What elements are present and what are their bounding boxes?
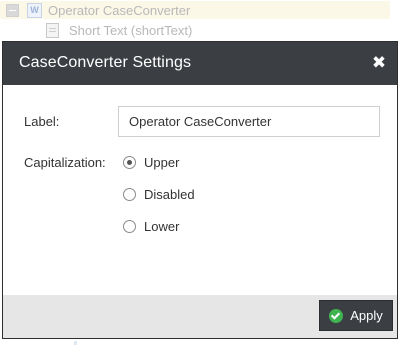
- dialog-footer: Apply: [3, 295, 397, 338]
- radio-label-disabled: Disabled: [144, 187, 195, 202]
- settings-dialog: CaseConverter Settings ✖ Label: Capitali…: [2, 41, 398, 339]
- tree-item-operator[interactable]: W Operator CaseConverter: [0, 1, 390, 19]
- label-field-label: Label:: [24, 114, 60, 129]
- radio-disabled[interactable]: Disabled: [123, 187, 195, 202]
- radio-lower[interactable]: Lower: [123, 219, 179, 234]
- tree-item-label: Short Text (shortText): [69, 22, 193, 38]
- radio-button[interactable]: [123, 220, 136, 233]
- dialog-body: Label: Capitalization: Upper Disabled Lo…: [3, 85, 397, 295]
- tree-item-label: Operator CaseConverter: [48, 2, 191, 18]
- dialog-header: CaseConverter Settings ✖: [3, 42, 397, 85]
- apply-button-label: Apply: [350, 308, 383, 323]
- radio-button-checked[interactable]: [123, 156, 136, 169]
- document-icon: [46, 22, 59, 38]
- collapse-icon[interactable]: [6, 3, 19, 17]
- close-icon[interactable]: ✖: [371, 54, 387, 72]
- page-bottom-edge: [0, 339, 400, 345]
- radio-label-upper: Upper: [144, 155, 180, 170]
- screen: W Operator CaseConverter Short Text (sho…: [0, 0, 400, 345]
- apply-button[interactable]: Apply: [319, 300, 393, 331]
- dialog-title: CaseConverter Settings: [19, 54, 192, 71]
- word-icon: W: [27, 2, 42, 18]
- label-input[interactable]: [118, 106, 380, 137]
- radio-upper[interactable]: Upper: [123, 155, 179, 170]
- tree-item-short-text[interactable]: Short Text (shortText): [46, 21, 192, 39]
- capitalization-label: Capitalization:: [24, 155, 106, 170]
- background-tree: W Operator CaseConverter Short Text (sho…: [0, 0, 400, 42]
- radio-button[interactable]: [123, 188, 136, 201]
- check-circle-icon: [329, 308, 344, 323]
- radio-label-lower: Lower: [144, 219, 180, 234]
